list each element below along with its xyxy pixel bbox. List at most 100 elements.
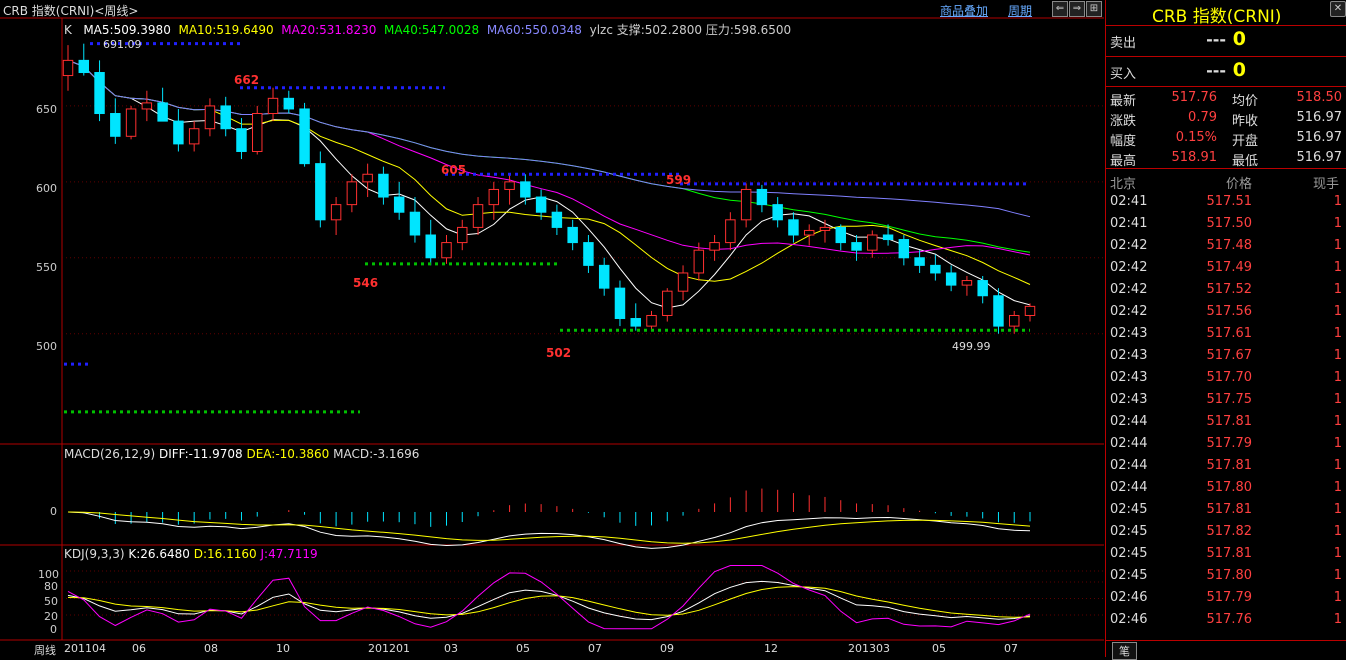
trade-price: 517.51 (1206, 194, 1253, 209)
trade-time: 02:42 (1110, 282, 1148, 297)
trade-price: 517.75 (1206, 392, 1253, 407)
candle-body (110, 113, 121, 137)
candle-body (362, 173, 373, 183)
trade-time: 02:42 (1110, 260, 1148, 275)
x-tick: 03 (444, 642, 458, 655)
stat-value: 517.76 (1171, 90, 1218, 105)
trade-price: 517.80 (1206, 480, 1253, 495)
y-tick-550: 550 (36, 261, 57, 274)
trade-row: 02:45 517.81 1 (1106, 543, 1346, 565)
trade-volume: 1 (1333, 260, 1342, 275)
stat-value: 516.97 (1296, 110, 1343, 125)
stat-label: 最低 (1232, 154, 1259, 169)
trade-time: 02:45 (1110, 502, 1148, 517)
divider (1106, 86, 1346, 87)
kdj-tick-20: 20 (44, 610, 58, 623)
candle-body (173, 120, 184, 145)
candle-body (819, 226, 831, 231)
candle-body (693, 249, 705, 274)
trade-row: 02:43 517.61 1 (1106, 323, 1346, 345)
trade-price: 517.81 (1206, 546, 1253, 561)
kdj-k-line (67, 580, 1031, 621)
kdj-d-line (67, 586, 1031, 618)
period-label: 周线 (34, 644, 56, 657)
trade-row: 02:41 517.50 1 (1106, 213, 1346, 235)
macd-diff-line (67, 511, 1031, 549)
annotation-high: 691.09 (103, 38, 142, 51)
stat-label: 涨跌 (1110, 114, 1137, 129)
tab-ticks[interactable]: 笔 (1112, 642, 1137, 660)
stat-label: 最高 (1110, 154, 1137, 169)
candle-body (315, 163, 326, 221)
annotation-605: 605 (441, 163, 467, 177)
y-tick-650: 650 (36, 103, 57, 116)
trade-volume: 1 (1333, 282, 1342, 297)
candle-body (1024, 305, 1036, 316)
trade-price: 517.79 (1206, 590, 1253, 605)
candles (62, 43, 1036, 334)
trade-time: 02:45 (1110, 524, 1148, 539)
trade-price: 517.76 (1206, 612, 1253, 627)
trade-row: 02:44 517.81 1 (1106, 411, 1346, 433)
trade-time: 02:43 (1110, 326, 1148, 341)
trade-time: 02:45 (1110, 568, 1148, 583)
trade-price: 517.81 (1206, 502, 1253, 517)
trade-volume: 1 (1333, 590, 1342, 605)
trade-price: 517.56 (1206, 304, 1253, 319)
candle-body (78, 59, 90, 74)
trade-time: 02:41 (1110, 216, 1148, 231)
chart-area[interactable]: CRB 指数(CRNI)<周线> 商品叠加 周期 ⇐ ⇒ ⊞ K MA5:509… (0, 0, 1104, 657)
trade-row: 02:44 517.80 1 (1106, 477, 1346, 499)
trade-volume: 1 (1333, 612, 1342, 627)
annotation-499: 499.99 (952, 340, 991, 353)
trade-volume: 1 (1333, 304, 1342, 319)
trade-volume: 1 (1333, 414, 1342, 429)
x-tick: 201303 (848, 642, 890, 655)
stat-row: 最新 517.76 均价 518.50 (1106, 88, 1346, 109)
trade-volume: 1 (1333, 348, 1342, 363)
candle-body (346, 181, 358, 206)
kdj-legend: KDJ(9,3,3) K:26.6480 D:16.1160 J:47.7119 (64, 547, 318, 561)
trade-price: 517.70 (1206, 370, 1253, 385)
candle-body (867, 234, 878, 251)
trade-time: 02:43 (1110, 348, 1148, 363)
trade-volume: 1 (1333, 326, 1342, 341)
trade-time: 02:44 (1110, 480, 1148, 495)
macd-dea: DEA:-10.3860 (246, 447, 330, 461)
candle-body (930, 264, 941, 274)
kdj-name: KDJ(9,3,3) (64, 547, 125, 561)
trade-time: 02:44 (1110, 458, 1148, 473)
divider (1106, 640, 1346, 641)
trade-row: 02:46 517.79 1 (1106, 587, 1346, 609)
trade-time: 02:41 (1110, 194, 1148, 209)
stat-value: 0.79 (1188, 110, 1217, 125)
stat-row: 最高 518.91 最低 516.97 (1106, 148, 1346, 169)
candle-body (535, 196, 547, 213)
candle-body (409, 211, 421, 236)
trade-price: 517.49 (1206, 260, 1253, 275)
x-tick: 10 (276, 642, 290, 655)
candle-body (236, 128, 247, 152)
close-button[interactable]: ✕ (1330, 1, 1346, 17)
trade-price: 517.61 (1206, 326, 1253, 341)
macd-zero-tick: 0 (50, 505, 57, 518)
stat-label: 幅度 (1110, 134, 1137, 149)
candle-body (393, 196, 405, 213)
main-grid (62, 105, 1104, 335)
candle-body (914, 257, 925, 266)
candle-body (551, 211, 563, 228)
annotation-662: 662 (234, 73, 260, 87)
trade-row: 02:42 517.48 1 (1106, 235, 1346, 257)
x-tick: 07 (1004, 642, 1018, 655)
buy-label: 买入 (1110, 67, 1137, 82)
candle-body (677, 272, 689, 292)
trade-time: 02:43 (1110, 370, 1148, 385)
candle-body (567, 226, 578, 244)
annotation-546: 546 (353, 276, 379, 290)
sell-volume: 0 (1232, 28, 1246, 50)
close-icon: ✕ (1333, 3, 1343, 14)
candle-body (961, 280, 973, 286)
quote-title: CRB 指数(CRNI) (1152, 7, 1282, 27)
trade-row: 02:43 517.67 1 (1106, 345, 1346, 367)
trade-volume: 1 (1333, 194, 1342, 209)
